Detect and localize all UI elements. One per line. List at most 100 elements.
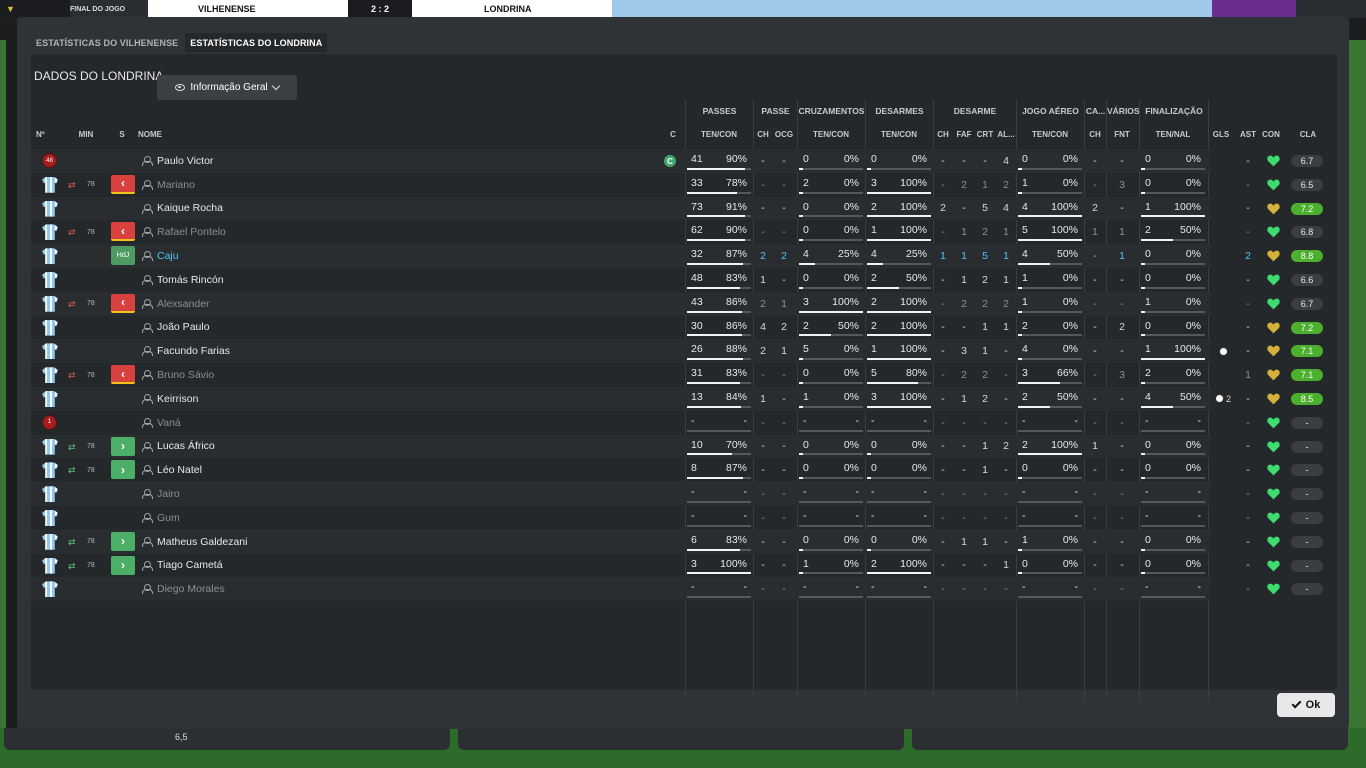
ball-icon [1218,346,1228,356]
player-name[interactable]: Matheus Galdezani [157,530,247,554]
column-header-ast[interactable]: AST [1239,130,1257,144]
player-name[interactable]: Paulo Victor [157,149,213,173]
stat-attempts: 2 [1022,319,1028,332]
stat-attempts: 1 [1022,295,1028,308]
person-icon [142,322,153,333]
column-header-faf[interactable]: FAF [955,130,973,144]
pass-ocg: - [782,392,786,405]
column-header-con[interactable]: CON [1260,130,1282,144]
stat-attempts: 1 [803,557,809,570]
stat-percentage: 0% [911,153,927,165]
stat-attempts: 4 [871,248,877,261]
column-header-ch[interactable]: CH [755,130,771,144]
stat-pair: 1 0% [799,387,865,411]
column-header-al[interactable]: AL... [996,130,1016,144]
stat-attempts: 5 [871,367,877,380]
player-name[interactable]: Facundo Farias [157,339,230,363]
player-rating: 8.8 [1291,250,1323,263]
stat-pair: 4 50% [1018,244,1084,268]
stat-attempts: - [691,581,695,594]
ok-button[interactable]: Ok [1277,693,1335,717]
stat-pair: 0 0% [1141,316,1207,340]
column-header-fnt[interactable]: FNT [1111,130,1133,144]
substitution-arrows-icon: ⇄ [68,179,76,190]
tackle-ch: - [941,178,945,191]
player-name[interactable]: Jairo [157,482,180,506]
tackle-ch: - [941,392,945,405]
player-name[interactable]: Alexsander [157,292,210,316]
tackle-faf: 1 [961,226,967,239]
player-name[interactable]: Keirrison [157,387,198,411]
player-name[interactable]: João Paulo [157,316,210,340]
stat-pair: 3 100% [867,387,933,411]
column-header-nome[interactable]: NOME [138,130,178,144]
stat-pair: 2 100% [867,197,933,221]
stat-bar-fill [687,381,740,384]
shirt-icon [42,272,58,288]
stat-bar-fill [1018,310,1022,313]
column-header-tencon[interactable]: TEN/CON [689,130,749,144]
player-name[interactable]: Bruno Sávio [157,363,214,387]
stat-percentage: - [1074,414,1079,427]
player-name[interactable]: Tiago Cametá [157,554,223,578]
column-header-s[interactable]: S [117,130,127,144]
stat-attempts: 3 [1022,367,1028,380]
player-name[interactable]: Kaique Rocha [157,197,223,221]
column-header-tencon4[interactable]: TEN/CON [1020,130,1080,144]
column-header-c[interactable]: C [669,130,677,144]
stat-attempts: 0 [1022,153,1028,165]
pass-ocg: - [782,369,786,382]
stat-pair: 3 66% [1018,363,1084,387]
player-name[interactable]: Lucas Áfrico [157,435,215,459]
tackle-crt: 1 [982,321,988,334]
column-header-tennal[interactable]: TEN/NAL [1143,130,1203,144]
tab-londrina-stats[interactable]: ESTATÍSTICAS DO LONDRINA [185,33,328,52]
stat-attempts: - [1022,510,1026,522]
stat-pair: 1 100% [1141,339,1207,363]
pass-ch: 2 [760,297,766,310]
player-name[interactable]: Tomás Rincón [157,268,224,292]
stat-pair: 1 0% [1018,292,1084,316]
stat-attempts: 2 [1145,367,1151,380]
column-header-ocg[interactable]: OCG [773,130,795,144]
stat-pair: 1 0% [1018,268,1084,292]
stat-percentage: 100% [900,319,927,332]
stat-percentage: 50% [1179,391,1201,403]
column-header-tencon3[interactable]: TEN/CON [869,130,929,144]
player-name[interactable]: Diego Morales [157,577,225,601]
player-name[interactable]: Gum [157,506,180,530]
tackle-al: 1 [1003,250,1009,263]
stat-attempts: 2 [871,557,877,570]
column-header-ch2[interactable]: CH [935,130,951,144]
column-header-ch3[interactable]: CH [1087,130,1103,144]
column-header-cla[interactable]: CLA [1293,130,1323,144]
pass-ch: - [761,488,765,501]
stat-pair: -- [687,506,753,530]
column-header-gls[interactable]: GLS [1211,130,1231,144]
player-name[interactable]: Rafael Pontelo [157,220,226,244]
player-name[interactable]: Caju [157,244,179,268]
stat-percentage: - [923,581,928,594]
player-name[interactable]: Léo Natel [157,458,202,482]
stat-bar-track [867,548,931,551]
stat-bar-track [1141,429,1205,432]
stat-pair: 0 0% [867,435,933,459]
stat-pair: 0 0% [799,530,865,554]
column-header-tencon2[interactable]: TEN/CON [801,130,861,144]
stat-attempts: 4 [803,248,809,261]
bottom-panel-mid [458,728,904,750]
player-name[interactable]: Vaná [157,411,181,435]
column-header-crt[interactable]: CRT [976,130,994,144]
player-name[interactable]: Mariano [157,173,195,197]
stat-attempts: 1 [1022,533,1028,546]
stat-bar-track [867,596,931,599]
column-header-no[interactable]: Nº [36,130,52,144]
pass-ch: - [761,154,765,167]
stat-attempts: 31 [691,367,703,380]
shirt-icon [42,391,58,407]
tab-vilhenense-stats[interactable]: ESTATÍSTICAS DO VILHENENSE [31,33,183,52]
pass-ocg: - [782,488,786,501]
stat-percentage: 0% [1185,438,1201,451]
tackle-ch: - [941,583,945,596]
column-header-min[interactable]: MIN [76,130,96,144]
